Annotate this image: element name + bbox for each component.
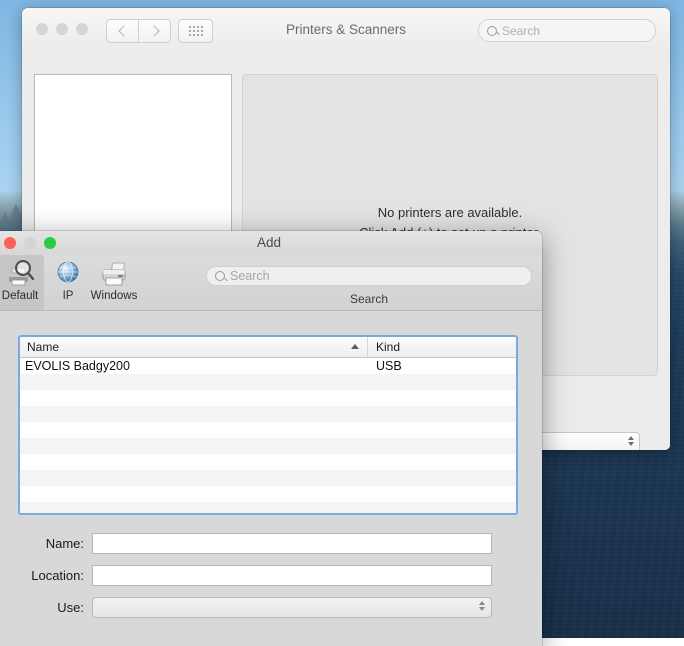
search-placeholder: Search [502, 24, 540, 38]
add-dialog-titlebar: Add [0, 231, 542, 255]
cell-printer-kind: USB [368, 359, 516, 373]
add-search-placeholder: Search [230, 269, 270, 283]
use-popup-button[interactable] [92, 597, 492, 618]
sort-ascending-icon [351, 344, 359, 349]
stepper-icon [628, 436, 634, 446]
cell-printer-name: EVOLIS Badgy200 [20, 359, 368, 373]
add-search-caption: Search [206, 292, 532, 306]
use-label: Use: [0, 600, 92, 615]
table-row[interactable]: EVOLIS Badgy200 USB [20, 358, 516, 374]
name-label: Name: [0, 536, 92, 551]
add-printer-dialog: Add Default [0, 231, 542, 646]
table-row-empty [20, 374, 516, 390]
location-label: Location: [0, 568, 92, 583]
table-row-empty [20, 486, 516, 502]
ip-globe-icon [52, 258, 84, 288]
table-row-empty [20, 470, 516, 486]
toolbar-tab-windows[interactable]: Windows [84, 255, 144, 310]
toolbar-tab-windows-label: Windows [91, 290, 138, 302]
search-icon [215, 271, 225, 281]
column-header-kind[interactable]: Kind [368, 337, 516, 357]
table-header-row: Name Kind [20, 337, 516, 358]
table-row-empty [20, 390, 516, 406]
table-body: EVOLIS Badgy200 USB [20, 358, 516, 515]
table-row-empty [20, 454, 516, 470]
column-header-name[interactable]: Name [20, 337, 368, 357]
printer-setup-form: Name: Location: Use: [0, 527, 542, 623]
empty-state-line-1: No printers are available. [243, 203, 657, 223]
table-row-empty [20, 438, 516, 454]
table-row-empty [20, 502, 516, 515]
add-dialog-toolbar: Default [0, 255, 542, 311]
name-input[interactable] [92, 533, 492, 554]
column-header-kind-label: Kind [376, 340, 400, 354]
form-row-name: Name: [0, 527, 542, 559]
toolbar-tab-default[interactable]: Default [0, 255, 44, 310]
search-field[interactable]: Search [478, 19, 656, 42]
column-header-name-label: Name [27, 340, 59, 354]
toolbar-tab-ip-label: IP [63, 290, 74, 302]
stepper-icon [479, 601, 485, 611]
table-row-empty [20, 422, 516, 438]
add-dialog-title: Add [0, 235, 542, 250]
window-titlebar: Printers & Scanners Search [22, 8, 670, 53]
available-printers-table[interactable]: Name Kind EVOLIS Badgy200 USB [18, 335, 518, 515]
toolbar-tab-default-label: Default [2, 290, 38, 302]
windows-printer-icon [98, 258, 130, 288]
default-printer-icon [4, 258, 36, 288]
table-row-empty [20, 406, 516, 422]
add-search-field[interactable]: Search [206, 266, 532, 286]
form-row-use: Use: [0, 591, 542, 623]
location-input[interactable] [92, 565, 492, 586]
search-icon [487, 26, 497, 36]
add-search-group: Search Search [206, 266, 532, 286]
printer-list[interactable] [34, 74, 232, 241]
form-row-location: Location: [0, 559, 542, 591]
